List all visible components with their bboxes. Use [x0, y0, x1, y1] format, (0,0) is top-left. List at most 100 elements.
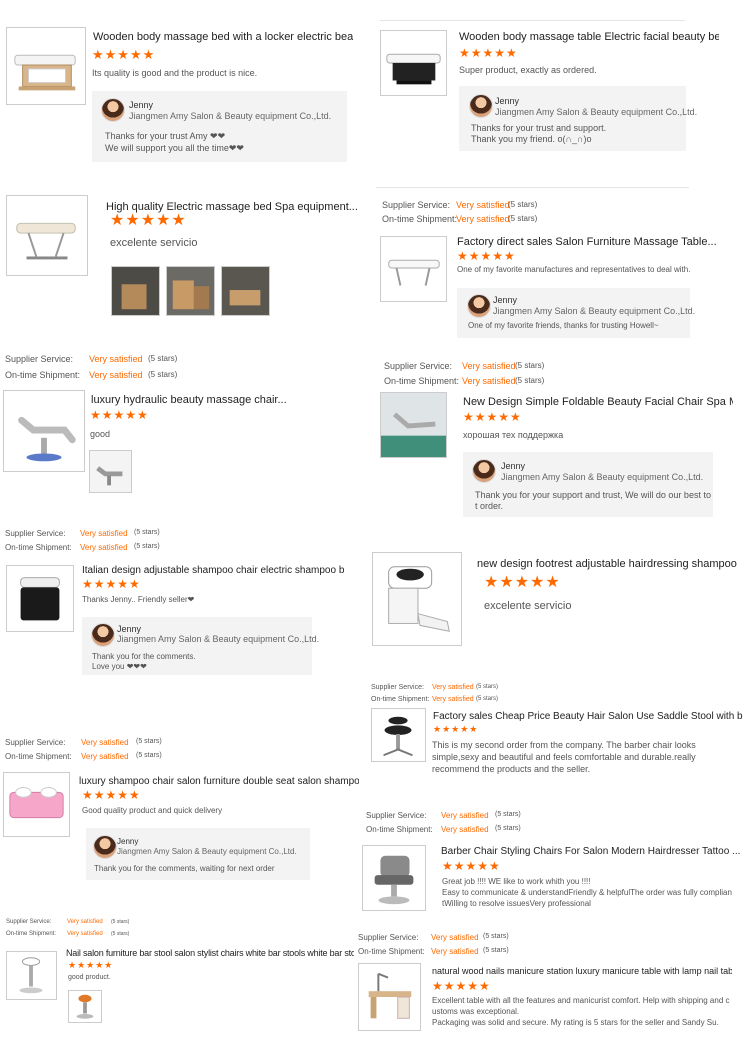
shipment-rating: On-time Shipment: Very satisfied (5 stars) [371, 696, 498, 703]
reply-text-line: t order. [475, 501, 504, 511]
product-title[interactable]: Factory direct sales Salon Furniture Mas… [457, 236, 717, 248]
product-thumbnail[interactable] [3, 390, 85, 472]
product-title[interactable]: New Design Simple Foldable Beauty Facial… [463, 396, 733, 408]
review-photo[interactable] [68, 990, 102, 1023]
review-text: excelente servicio [110, 237, 198, 249]
divider [380, 20, 685, 21]
meta-stars: (5 stars) [515, 361, 545, 370]
rating-stars: ★★★★★ [442, 859, 501, 873]
reply-name: Jenny [129, 100, 154, 110]
reply-company: Jiangmen Amy Salon & Beauty equipment Co… [495, 107, 698, 117]
product-title[interactable]: luxury hydraulic beauty massage chair... [91, 394, 351, 406]
rating-stars: ★★★★★ [90, 408, 149, 422]
product-title[interactable]: Wooden body massage bed with a locker el… [93, 31, 353, 43]
product-thumbnail[interactable] [358, 963, 421, 1031]
rating-stars: ★★★★★ [432, 979, 491, 993]
product-thumbnail[interactable] [380, 30, 447, 96]
meta-stars: (5 stars) [476, 696, 499, 702]
meta-label: Supplier Service: [366, 811, 427, 820]
review-photo[interactable] [111, 266, 160, 316]
meta-label: Supplier Service: [358, 933, 419, 942]
product-title[interactable]: new design footrest adjustable hairdress… [477, 558, 737, 570]
product-thumbnail[interactable] [6, 27, 86, 105]
shipment-rating: On-time Shipment: Very satisfied (5 stars) [5, 370, 177, 380]
meta-value: Very satisfied [441, 825, 489, 834]
reply-company: Jiangmen Amy Salon & Beauty equipment Co… [493, 306, 696, 316]
product-thumbnail[interactable] [380, 236, 447, 302]
seller-reply: Jenny Jiangmen Amy Salon & Beauty equipm… [457, 288, 695, 338]
meta-stars: (5 stars) [148, 370, 178, 379]
review-text: Its quality is good and the product is n… [92, 68, 258, 78]
product-thumbnail[interactable] [362, 845, 426, 911]
meta-value: Very satisfied [432, 696, 474, 703]
product-title[interactable]: Barber Chair Styling Chairs For Salon Mo… [441, 846, 741, 857]
product-thumbnail[interactable] [6, 565, 74, 632]
meta-stars: (5 stars) [483, 947, 509, 954]
review-text: One of my favorite manufactures and repr… [457, 265, 691, 274]
product-title[interactable]: natural wood nails manicure station luxu… [432, 966, 732, 976]
reply-text-line: Love you ❤❤❤ [92, 662, 147, 671]
rating-stars: ★★★★★ [459, 46, 518, 60]
seller-reply: Jenny Jiangmen Amy Salon & Beauty equipm… [463, 452, 713, 517]
reply-text-line: One of my favorite friends, thanks for t… [468, 321, 659, 330]
meta-label: Supplier Service: [371, 684, 424, 691]
reply-text-line: Thanks for your trust Amy ❤❤ [105, 131, 226, 141]
meta-label: On-time Shipment: [371, 696, 430, 703]
product-thumbnail[interactable] [380, 392, 447, 458]
review-text: This is my second order from the company… [432, 740, 696, 775]
meta-label: On-time Shipment: [382, 214, 458, 224]
shipment-rating: On-time Shipment: Very satisfied (5 stars) [366, 825, 521, 834]
meta-value: Very satisfied [441, 811, 489, 820]
meta-value: Very satisfied [89, 370, 143, 380]
meta-value: Very satisfied [456, 214, 510, 224]
meta-stars: (5 stars) [495, 811, 521, 818]
meta-label: On-time Shipment: [358, 947, 425, 956]
supplier-service-rating: Supplier Service: Very satisfied (5 stars) [5, 738, 162, 747]
review-text: Thanks Jenny.. Friendly seller❤ [82, 595, 195, 604]
product-thumbnail[interactable] [6, 951, 57, 1000]
meta-stars: (5 stars) [148, 354, 178, 363]
meta-value: Very satisfied [432, 684, 474, 691]
review-photo[interactable] [221, 266, 270, 316]
product-title[interactable]: luxury shampoo chair salon furniture dou… [79, 776, 359, 787]
seller-reply: Jenny Jiangmen Amy Salon & Beauty equipm… [86, 828, 310, 880]
product-title[interactable]: Factory sales Cheap Price Beauty Hair Sa… [433, 711, 743, 722]
review-text: Super product, exactly as ordered. [459, 65, 597, 75]
supplier-service-rating: Supplier Service: Very satisfied (5 stars) [382, 200, 537, 210]
review-text: good product. [68, 974, 111, 981]
meta-value: Very satisfied [81, 738, 129, 747]
supplier-service-rating: Supplier Service: Very satisfied (5 stars) [5, 354, 177, 364]
product-thumbnail[interactable] [6, 195, 88, 276]
meta-label: On-time Shipment: [384, 376, 460, 386]
product-title[interactable]: Wooden body massage table Electric facia… [459, 31, 719, 43]
meta-value: Very satisfied [81, 752, 129, 761]
meta-value: Very satisfied [431, 933, 479, 942]
review-photo[interactable] [166, 266, 215, 316]
seller-reply: Jenny Jiangmen Amy Salon & Beauty equipm… [92, 91, 347, 162]
supplier-service-rating: Supplier Service: Very satisfied (5 stars) [6, 919, 129, 925]
product-title[interactable]: Italian design adjustable shampoo chair … [82, 565, 344, 576]
product-thumbnail[interactable] [371, 708, 426, 762]
review-text: хорошая тех поддержка [463, 430, 564, 440]
meta-label: On-time Shipment: [366, 825, 433, 834]
reply-company: Jiangmen Amy Salon & Beauty equipment Co… [501, 472, 704, 482]
review-text-line: ustoms was exceptional. [432, 1007, 520, 1016]
meta-label: Supplier Service: [382, 200, 451, 210]
product-thumbnail[interactable] [372, 552, 462, 646]
shipment-rating: On-time Shipment: Very satisfied (5 stars) [384, 376, 544, 386]
review-text: excelente servicio [484, 600, 572, 612]
meta-stars: (5 stars) [515, 376, 545, 385]
meta-value: Very satisfied [462, 376, 516, 386]
meta-label: On-time Shipment: [6, 931, 57, 937]
review-photo[interactable] [89, 450, 132, 493]
meta-stars: (5 stars) [111, 931, 130, 937]
product-thumbnail[interactable] [3, 772, 70, 837]
review-text-line: Great job !!!! WE like to work whith you… [442, 877, 591, 886]
meta-label: Supplier Service: [5, 738, 66, 747]
reply-text-line: Thank you for the comments, waiting for … [94, 864, 275, 873]
reply-name: Jenny [117, 837, 139, 846]
product-title[interactable]: Nail salon furniture bar stool salon sty… [66, 948, 354, 958]
reply-text-line: Thank you for your support and trust, We… [475, 490, 713, 500]
shipment-rating: On-time Shipment: Very satisfied (5 stars) [5, 752, 162, 761]
reply-text-line: Thank you my friend. o(∩_∩)o [471, 134, 592, 144]
